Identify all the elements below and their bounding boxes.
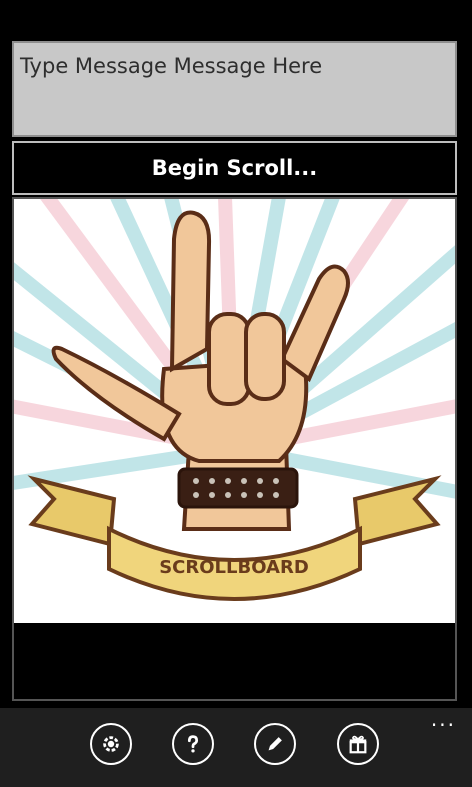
pencil-icon: [268, 737, 282, 751]
gift-button[interactable]: [337, 723, 379, 765]
scroll-display-panel: SCROLLBOARD: [12, 197, 457, 701]
gear-icon: [103, 736, 119, 752]
scrollboard-artwork: SCROLLBOARD: [14, 199, 455, 623]
gift-icon: [349, 735, 367, 754]
message-input[interactable]: Type Message Message Here: [12, 41, 457, 137]
question-icon: [187, 735, 199, 753]
rock-hand-illustration: SCROLLBOARD: [14, 199, 455, 601]
banner-text: SCROLLBOARD: [159, 557, 309, 578]
app-bar: ...: [0, 708, 472, 787]
begin-scroll-label: Begin Scroll...: [151, 156, 318, 180]
message-input-text: Type Message Message Here: [20, 54, 323, 78]
edit-button[interactable]: [254, 723, 296, 765]
begin-scroll-button[interactable]: Begin Scroll...: [12, 141, 457, 195]
more-options-button[interactable]: ...: [431, 709, 456, 729]
help-button[interactable]: [172, 723, 214, 765]
settings-button[interactable]: [90, 723, 132, 765]
